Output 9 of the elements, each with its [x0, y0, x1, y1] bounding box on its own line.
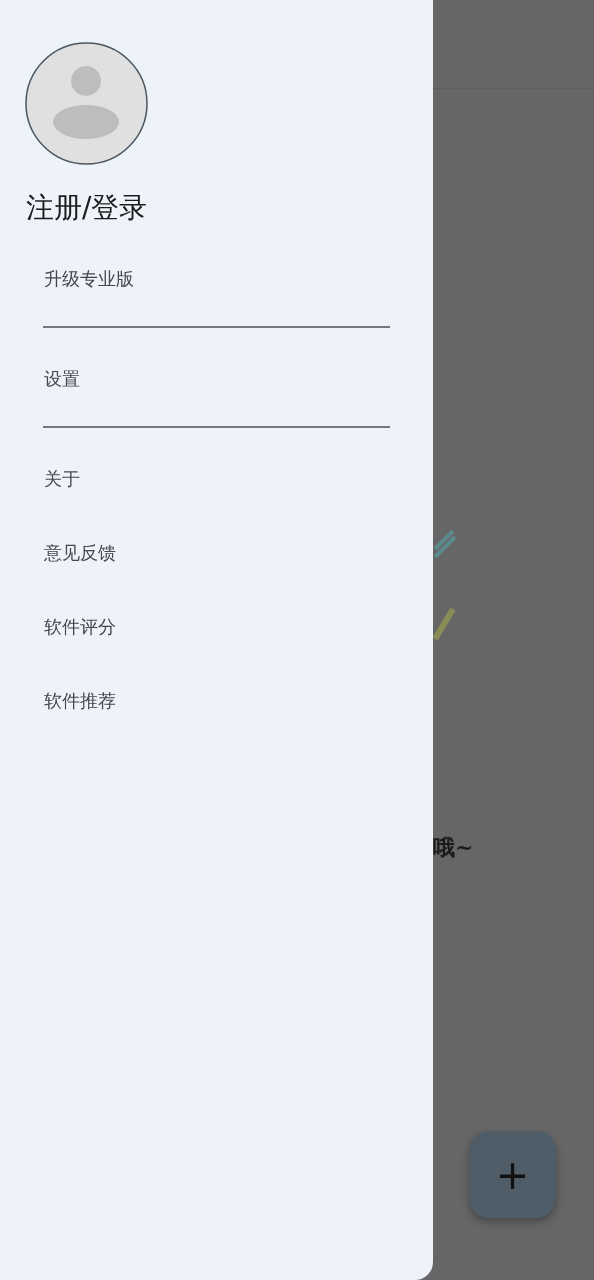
- menu-item[interactable]: 关于: [44, 465, 80, 491]
- login-link[interactable]: 注册/登录: [26, 191, 148, 225]
- hint-text: 哦~: [433, 835, 474, 862]
- menu-item[interactable]: 意见反馈: [44, 539, 116, 565]
- avatar-icon[interactable]: [25, 42, 148, 165]
- menu-item[interactable]: 升级专业版: [44, 265, 134, 291]
- menu-item[interactable]: 软件推荐: [44, 687, 116, 713]
- menu-item[interactable]: 设置: [44, 365, 80, 391]
- menu-item[interactable]: 软件评分: [44, 613, 116, 639]
